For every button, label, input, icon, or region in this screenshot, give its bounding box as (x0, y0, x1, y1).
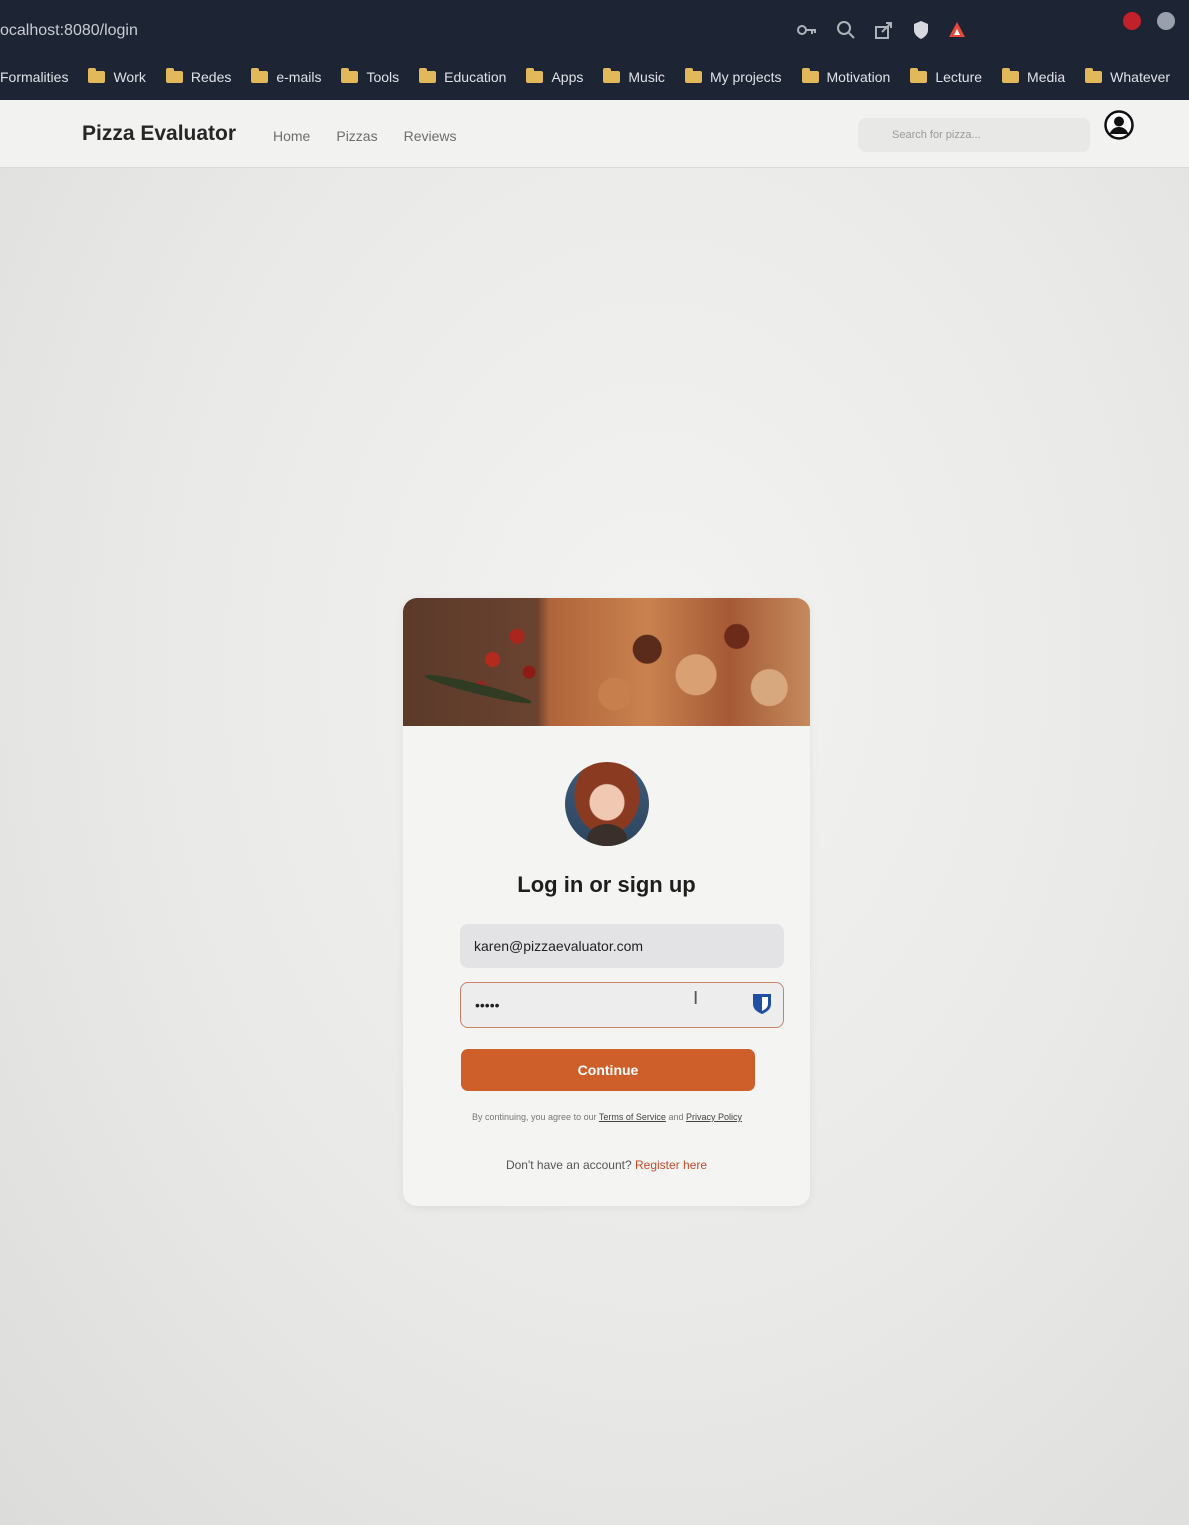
folder-icon (801, 68, 819, 83)
folder-icon (603, 68, 621, 83)
register-prompt: Don't have an account? Register here (403, 1158, 810, 1172)
brand-logo[interactable]: Pizza Evaluator (82, 122, 236, 146)
bookmarks-bar: Formalities Work Redes e-mails Tools Educatio… (0, 62, 1189, 92)
folder-icon (419, 68, 437, 83)
password-field[interactable] (460, 982, 784, 1028)
bookmark-label: Formalities (0, 69, 69, 85)
folder-icon (910, 68, 928, 83)
bookmark-label: Whatever (1110, 69, 1171, 85)
login-title: Log in or sign up (517, 872, 696, 897)
bookmark-item[interactable]: Apps (526, 68, 584, 85)
nav-home[interactable]: Home (273, 128, 310, 144)
folder-icon (251, 68, 269, 83)
bookmark-item[interactable]: Whatever (1085, 68, 1171, 85)
window-controls (1123, 12, 1175, 30)
text-cursor-icon: I (693, 988, 699, 1009)
login-card: Log in or sign up I Continue By continui… (403, 598, 810, 1206)
browser-chrome: ocalhost:8080/login Formalities Work Redes… (0, 0, 1189, 100)
pizza-banner-image (403, 598, 810, 726)
bookmark-item[interactable]: Education (419, 68, 507, 85)
bookmark-item[interactable]: My projects (684, 68, 782, 85)
email-field[interactable] (460, 924, 784, 968)
bookmark-item[interactable]: Music (603, 68, 665, 85)
register-text: Don't have an account? (505, 1158, 635, 1172)
share-icon[interactable] (874, 20, 894, 40)
nav-reviews[interactable]: Reviews (404, 128, 457, 144)
nav-pizzas[interactable]: Pizzas (336, 128, 377, 144)
folder-icon (88, 68, 106, 83)
bookmark-item[interactable]: Tools (341, 68, 400, 85)
privacy-policy-link[interactable]: Privacy Policy (686, 1112, 742, 1122)
continue-button[interactable]: Continue (461, 1049, 755, 1091)
terms-prefix: By continuing, you agree to our (472, 1112, 599, 1122)
bookmark-label: e-mails (276, 69, 322, 85)
bookmark-item[interactable]: Formalities (0, 69, 68, 85)
browser-toolbar (796, 20, 966, 40)
user-circle-icon[interactable] (1104, 110, 1134, 145)
folder-icon (1085, 68, 1103, 83)
bookmark-label: Music (628, 69, 665, 85)
rosemary-sprig (423, 670, 533, 708)
recording-indicator-icon (1123, 12, 1141, 30)
address-bar[interactable]: ocalhost:8080/login (0, 22, 138, 40)
site-navbar: Pizza Evaluator Home Pizzas Reviews (0, 100, 1189, 168)
terms-of-service-link[interactable]: Terms of Service (599, 1112, 666, 1122)
bookmark-label: Lecture (935, 69, 983, 85)
bookmark-label: Education (444, 69, 507, 85)
bookmark-label: Apps (551, 69, 584, 85)
folder-icon (341, 68, 359, 83)
bookmark-label: Work (113, 69, 146, 85)
bookmark-item[interactable]: Media (1002, 68, 1066, 85)
main-nav: Home Pizzas Reviews (273, 128, 457, 144)
folder-icon (684, 68, 702, 83)
bookmark-label: Redes (190, 69, 232, 85)
brave-shield-icon[interactable] (912, 20, 930, 40)
terms-notice: By continuing, you agree to our Terms of… (465, 1110, 749, 1124)
search-input[interactable] (858, 118, 1090, 152)
bookmark-label: Tools (366, 69, 400, 85)
bookmark-item[interactable]: Redes (165, 68, 232, 85)
bookmark-item[interactable]: Lecture (910, 68, 983, 85)
bookmark-label: My projects (709, 69, 782, 85)
bookmark-label: Motivation (826, 69, 891, 85)
bookmark-item[interactable]: Motivation (801, 68, 891, 85)
page: Pizza Evaluator Home Pizzas Reviews Log … (0, 100, 1189, 1525)
terms-and: and (665, 1112, 686, 1122)
bookmark-item[interactable]: Work (88, 68, 146, 85)
profile-avatar[interactable] (1157, 12, 1175, 30)
brave-rewards-icon[interactable] (948, 21, 966, 39)
avatar (565, 762, 649, 846)
bookmark-item[interactable]: e-mails (251, 68, 322, 85)
zoom-icon[interactable] (836, 20, 856, 40)
bitwarden-shield-icon[interactable] (751, 992, 773, 1021)
folder-icon (526, 68, 544, 83)
key-icon[interactable] (796, 22, 818, 38)
folder-icon (165, 68, 183, 83)
register-link[interactable]: Register here (635, 1158, 707, 1172)
folder-icon (1002, 68, 1020, 83)
bookmark-label: Media (1027, 69, 1066, 85)
